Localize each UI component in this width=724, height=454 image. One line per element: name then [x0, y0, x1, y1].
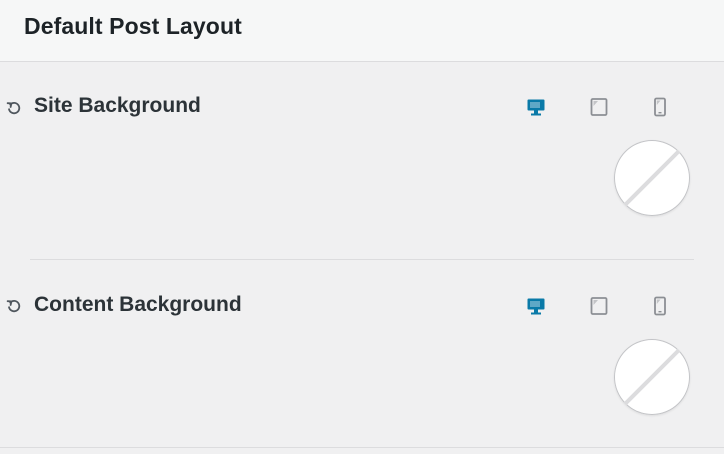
mobile-icon: [654, 97, 666, 117]
site-background-color-swatch[interactable]: [614, 140, 690, 216]
desktop-icon: [527, 298, 545, 315]
mobile-icon: [654, 296, 666, 316]
site-background-section: Site Background: [0, 62, 724, 259]
tablet-icon: [590, 98, 608, 116]
site-background-label: Site Background: [34, 94, 201, 117]
mobile-device-button[interactable]: [648, 95, 672, 119]
content-background-section: Content Background: [0, 260, 724, 447]
content-background-color-swatch[interactable]: [614, 339, 690, 415]
desktop-device-button[interactable]: [524, 95, 548, 119]
desktop-device-button[interactable]: [524, 294, 548, 318]
reset-icon[interactable]: [6, 298, 22, 314]
reset-icon[interactable]: [6, 100, 22, 116]
tablet-device-button[interactable]: [587, 95, 611, 119]
panel-bottom-border: [0, 447, 724, 448]
panel-title: Default Post Layout: [24, 13, 242, 39]
tablet-icon: [590, 297, 608, 315]
tablet-device-button[interactable]: [587, 294, 611, 318]
mobile-device-button[interactable]: [648, 294, 672, 318]
panel-header: Default Post Layout: [0, 0, 724, 62]
desktop-icon: [527, 99, 545, 116]
content-background-label: Content Background: [34, 293, 242, 316]
